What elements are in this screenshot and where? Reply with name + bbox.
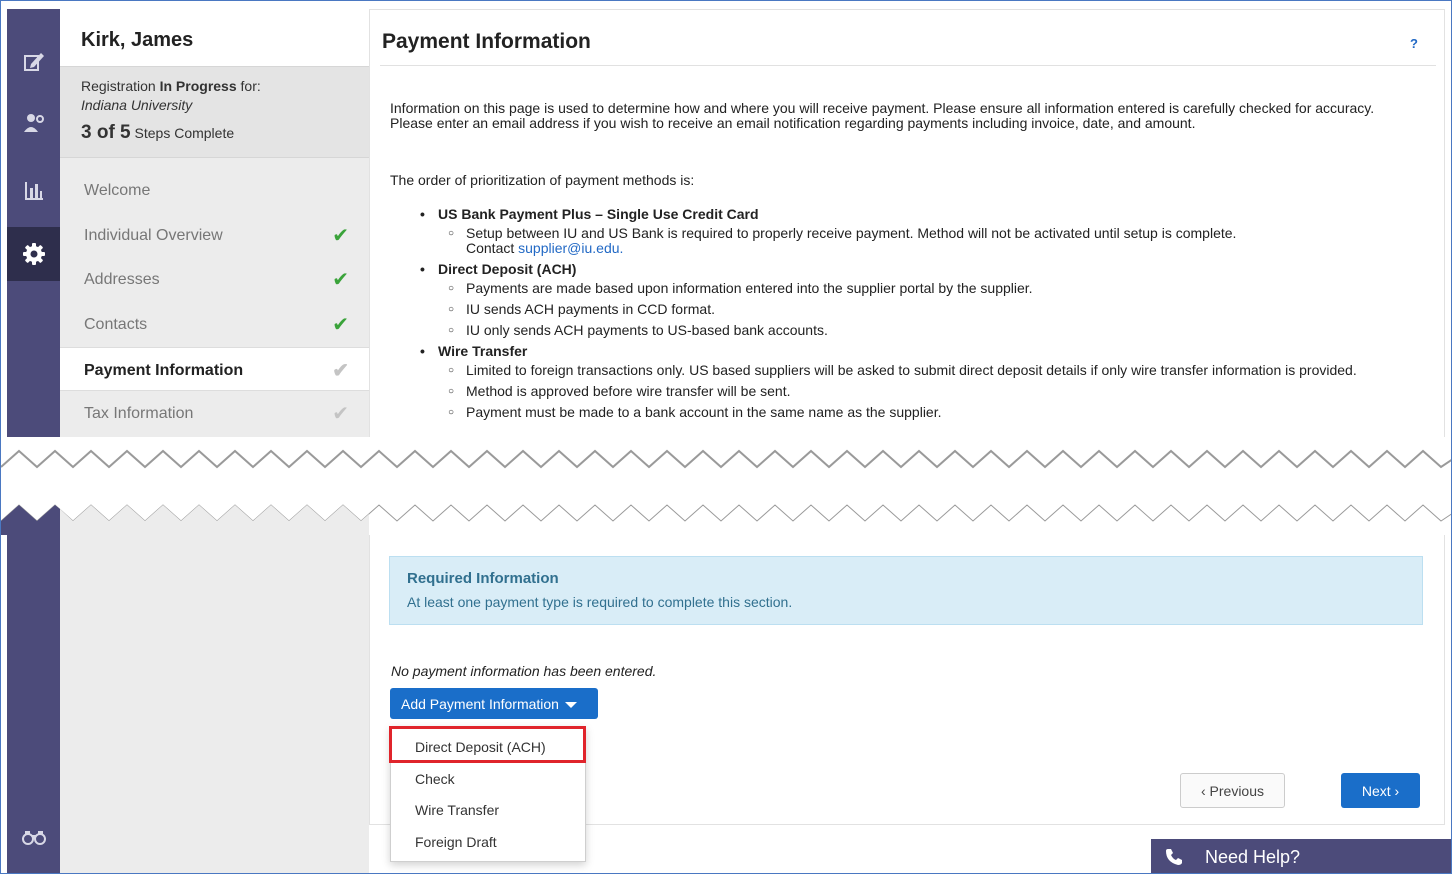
method-note: IU only sends ACH payments to US-based b… [438, 323, 1378, 339]
menu-item-foreign-draft[interactable]: Foreign Draft [391, 826, 585, 858]
check-icon: ✔ [332, 269, 349, 291]
method-notes: Payments are made based upon information… [438, 281, 1378, 339]
highlight-annotation [389, 726, 586, 763]
organization-name: Indiana University [81, 97, 193, 113]
edit-nav-button[interactable] [7, 39, 60, 83]
step-addresses[interactable]: Addresses ✔ [60, 257, 369, 301]
status-suffix: for: [236, 78, 261, 94]
alert-heading: Required Information [407, 570, 559, 587]
step-label: Payment Information [84, 362, 244, 379]
check-icon: ✔ [332, 225, 349, 247]
method-notes: Limited to foreign transactions only. US… [438, 363, 1378, 421]
step-label: Addresses [84, 271, 160, 288]
steps-count: 3 of 5 [81, 122, 131, 143]
registration-status-line: Registration In Progress for: [81, 78, 369, 94]
reports-nav-button[interactable] [7, 169, 60, 213]
method-note: Method is approved before wire transfer … [438, 384, 1378, 400]
gear-icon [22, 243, 45, 265]
method-name: Wire Transfer [438, 343, 528, 359]
add-payment-information-button[interactable]: Add Payment Information [390, 688, 598, 719]
phone-icon [1151, 848, 1197, 866]
method-note: Payment must be made to a bank account i… [438, 405, 1378, 421]
method-name: US Bank Payment Plus – Single Use Credit… [438, 206, 759, 222]
method-item: US Bank Payment Plus – Single Use Credit… [418, 207, 1378, 256]
check-icon: ✔ [332, 403, 349, 425]
page-title: Payment Information [382, 30, 591, 53]
steps-label: Steps Complete [130, 125, 235, 141]
status-prefix: Registration [81, 78, 160, 94]
step-payment-information[interactable]: Payment Information ✔ [60, 347, 369, 391]
help-link[interactable]: ? [1410, 36, 1418, 51]
supplier-name: Kirk, James [60, 9, 369, 66]
step-tax-information[interactable]: Tax Information ✔ [60, 391, 369, 435]
method-notes: Setup between IU and US Bank is required… [438, 226, 1378, 256]
supplier-icon [23, 114, 44, 132]
method-name: Direct Deposit (ACH) [438, 261, 577, 277]
check-icon: ✔ [332, 314, 349, 336]
title-divider [380, 65, 1436, 66]
method-note: Limited to foreign transactions only. US… [438, 363, 1378, 379]
method-note: Payments are made based upon information… [438, 281, 1378, 297]
step-contacts[interactable]: Contacts ✔ [60, 302, 369, 346]
supplier-nav-button[interactable] [7, 101, 60, 145]
alert-text: At least one payment type is required to… [407, 594, 793, 610]
menu-item-check[interactable]: Check [391, 763, 585, 795]
need-help-label: Need Help? [1205, 846, 1301, 867]
torn-edge-separator [1, 437, 1451, 535]
note-text: Setup between IU and US Bank is required… [466, 225, 1237, 241]
step-label: Individual Overview [84, 227, 223, 244]
step-label: Contacts [84, 316, 148, 333]
check-icon: ✔ [332, 360, 349, 382]
method-note: Setup between IU and US Bank is required… [438, 226, 1378, 256]
step-label: Welcome [84, 182, 151, 199]
prioritization-text: The order of prioritization of payment m… [390, 172, 695, 188]
caret-down-icon [564, 702, 577, 709]
payment-methods-list: US Bank Payment Plus – Single Use Credit… [418, 207, 1378, 426]
settings-nav-button[interactable] [7, 227, 60, 281]
previous-button[interactable]: ‹ Previous [1180, 773, 1285, 808]
registration-status: Registration In Progress for: Indiana Un… [60, 66, 369, 158]
required-info-alert: Required Information At least one paymen… [389, 556, 1423, 625]
step-individual-overview[interactable]: Individual Overview ✔ [60, 213, 369, 257]
edit-icon [23, 53, 44, 71]
app-window: Kirk, James Registration In Progress for… [0, 0, 1452, 874]
method-note: IU sends ACH payments in CCD format. [438, 302, 1378, 318]
menu-item-wire-transfer[interactable]: Wire Transfer [391, 794, 585, 826]
supplier-email-link[interactable]: supplier@iu.edu. [518, 240, 623, 256]
binoculars-icon [21, 831, 46, 845]
step-label: Tax Information [84, 405, 194, 422]
method-item: Wire Transfer Limited to foreign transac… [418, 343, 1378, 421]
bar-chart-icon [24, 182, 43, 200]
steps-progress: 3 of 5 Steps Complete [81, 122, 369, 144]
step-welcome[interactable]: Welcome [60, 168, 369, 212]
status-value: In Progress [159, 78, 237, 94]
button-label: Add Payment Information [401, 696, 559, 712]
binoculars-nav-button[interactable] [7, 815, 60, 859]
no-payment-message: No payment information has been entered. [391, 663, 657, 679]
next-button[interactable]: Next › [1341, 773, 1420, 808]
method-item: Direct Deposit (ACH) Payments are made b… [418, 261, 1378, 339]
intro-text: Information on this page is used to dete… [390, 100, 1375, 131]
contact-prefix: Contact [466, 240, 519, 256]
need-help-button[interactable]: Need Help? [1151, 839, 1451, 873]
